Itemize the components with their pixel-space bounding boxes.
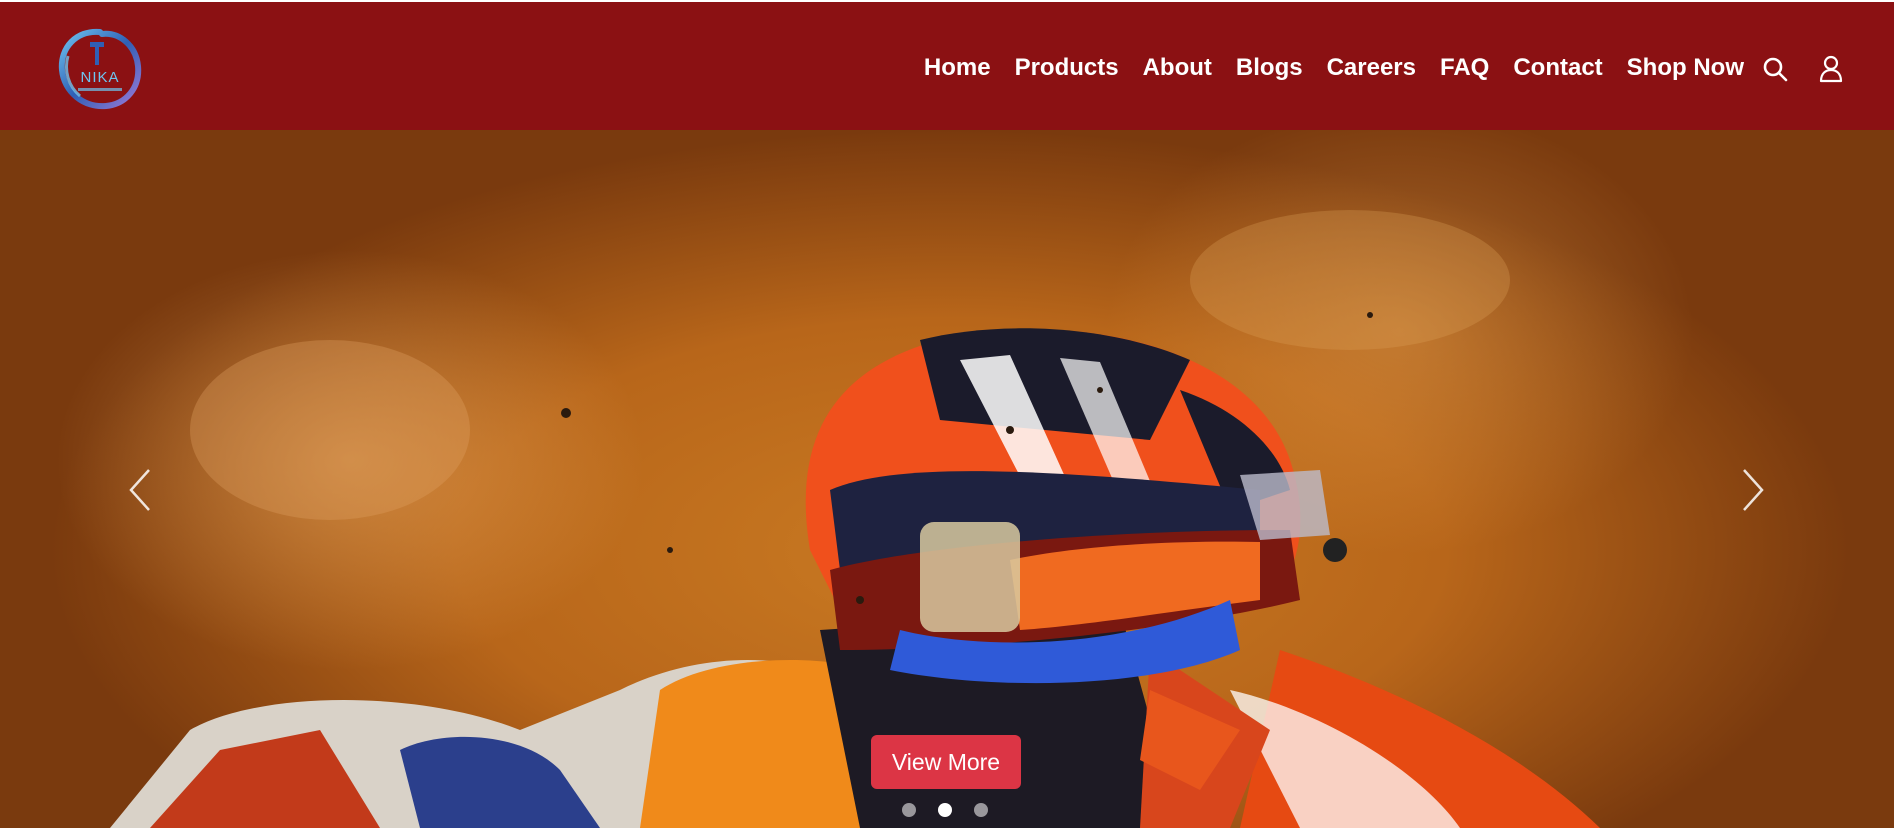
chevron-left-icon [129, 469, 150, 511]
carousel-indicators [902, 803, 1010, 817]
user-icon [1819, 55, 1843, 83]
carousel-prev-button[interactable] [120, 460, 160, 520]
brand-logo[interactable]: NIKA [54, 26, 146, 112]
hero-image [110, 210, 1600, 828]
nav-home[interactable]: Home [924, 52, 991, 84]
nav-contact[interactable]: Contact [1513, 52, 1602, 84]
nav-about[interactable]: About [1143, 52, 1212, 84]
nav-shop-now[interactable]: Shop Now [1627, 52, 1744, 84]
nav-blogs[interactable]: Blogs [1236, 52, 1303, 84]
search-icon [1763, 57, 1788, 82]
logo-wordmark: NIKA [80, 69, 119, 86]
carousel-dot-2[interactable] [938, 803, 952, 817]
chevron-right-icon [1743, 469, 1764, 511]
nav-faq[interactable]: FAQ [1440, 52, 1489, 84]
account-button[interactable] [1814, 52, 1848, 86]
carousel-dot-3[interactable] [974, 803, 988, 817]
main-nav: Home Products About Blogs Careers FAQ Co… [924, 52, 1744, 84]
nika-logo-icon: NIKA [58, 28, 142, 110]
carousel-next-button[interactable] [1733, 460, 1773, 520]
search-button[interactable] [1758, 52, 1792, 86]
carousel-dot-1[interactable] [902, 803, 916, 817]
nav-careers[interactable]: Careers [1327, 52, 1416, 84]
view-more-button[interactable]: View More [871, 735, 1021, 789]
hero-carousel: View More [0, 130, 1894, 828]
nav-products[interactable]: Products [1015, 52, 1119, 84]
site-header: NIKA Home Products About Blogs Careers F… [0, 2, 1894, 130]
